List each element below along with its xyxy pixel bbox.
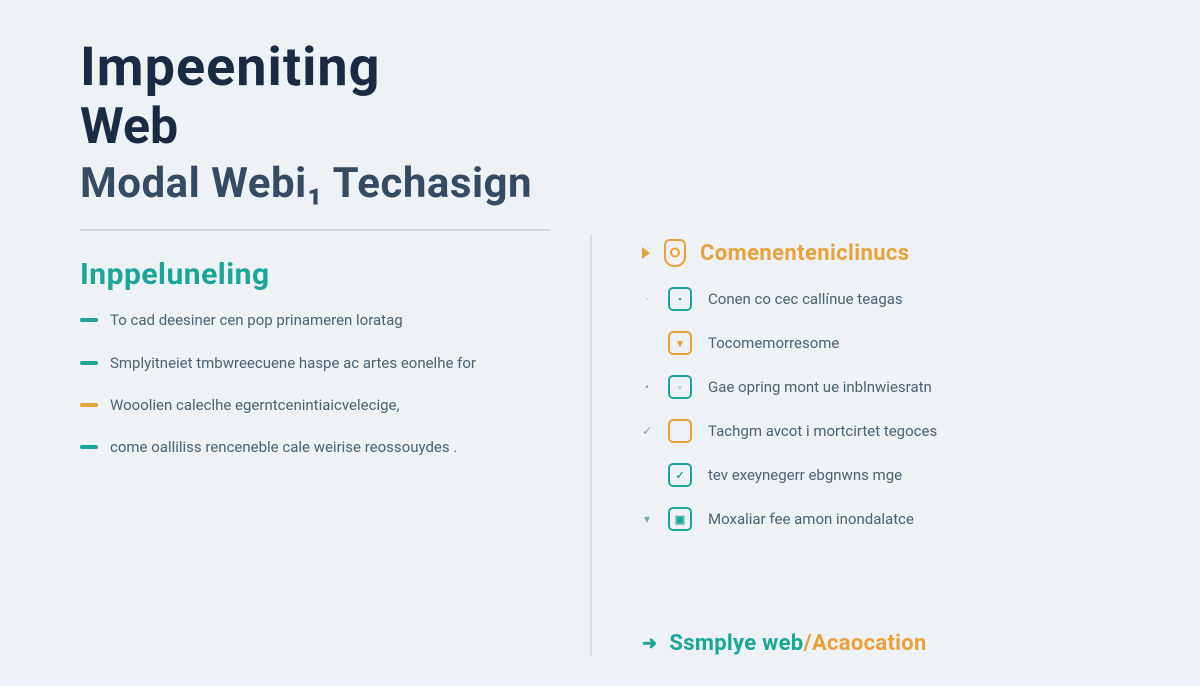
left-item-text: To cad deesiner cen pop prinameren lorat… [110,310,403,330]
left-item-text: come oalliliss renceneble cale weirise r… [110,437,457,457]
right-item-text: Tocomemorresome [708,334,839,352]
box-icon: • [668,287,692,311]
right-item: ✓ Tachgm avcot i mortcirtet tegoces [642,419,1140,443]
left-item: Smplyitneiet tmbwreecuene haspe ac artes… [80,353,550,373]
bullet-glyph-icon: ▾ [642,512,652,526]
box-icon: ▾ [668,331,692,355]
right-footer: ➜ Ssmplye web/Acaocation [642,631,1140,656]
dash-icon [80,318,98,322]
box-icon: ◦ [668,375,692,399]
box-icon: ▣ [668,507,692,531]
left-item-text: Smplyitneiet tmbwreecuene haspe ac artes… [110,353,476,373]
title-line-1: Impeeniting [80,40,1140,97]
right-item: · • Conen co cec callínue teagas [642,287,1140,311]
right-item-text: Moxaliar ꬵee amon inondalatce [708,509,914,529]
dash-icon [80,361,98,365]
slide: Impeeniting Web Modal Webi₁ Techasign In… [0,0,1200,686]
bullet-glyph-icon: • [642,380,652,394]
right-column: Comenenteniclinucs · • Conen co cec call… [590,235,1140,656]
right-item: • ◦ Gae opring mont ue inblnwiesratn [642,375,1140,399]
dash-icon [80,403,98,407]
badge-icon [664,239,686,267]
caret-icon: ➜ [642,633,657,654]
columns: Inppeluneling To cad deesiner cen pop pr… [80,235,1140,656]
caret-icon [642,247,650,259]
bullet-glyph-icon: ✓ [642,424,652,438]
right-item-text: Tachgm avcot i mortcirtet tegoces [708,422,937,440]
box-icon [668,419,692,443]
left-item: To cad deesiner cen pop prinameren lorat… [80,310,550,330]
bullet-glyph-icon: · [642,292,652,306]
left-item-text: Wooolien caleclhe egerntcenintiaicveleci… [110,395,399,415]
left-column: Inppeluneling To cad deesiner cen pop pr… [80,235,590,656]
title-block: Impeeniting Web Modal Webi₁ Techasign [80,40,1140,207]
footer-slash: / [804,631,812,656]
title-line-3: Modal Webi₁ Techasign [80,161,1140,207]
left-item: come oalliliss renceneble cale weirise r… [80,437,550,457]
right-item: ▾ ▣ Moxaliar ꬵee amon inondalatce [642,507,1140,531]
right-heading: Comenenteniclinucs [700,241,910,266]
right-item: ▾ Tocomemorresome [642,331,1140,355]
left-list: To cad deesiner cen pop prinameren lorat… [80,310,550,457]
box-icon: ✓ [668,463,692,487]
title-line-2: Web [80,101,1140,154]
right-heading-row: Comenenteniclinucs [642,239,1140,267]
right-item-text: Conen co cec callínue teagas [708,290,903,308]
right-item: ✓ tev exeynegerr ebgnwns mge [642,463,1140,487]
left-item: Wooolien caleclhe egerntcenintiaicveleci… [80,395,550,415]
right-list: · • Conen co cec callínue teagas ▾ Tocom… [642,287,1140,625]
right-item-text: Gae opring mont ue inblnwiesratn [708,378,932,396]
footer-text-post: Acaocation [812,631,927,656]
footer-text-pre: Ssmplye web [669,631,803,656]
dash-icon [80,445,98,449]
left-subheading: Inppeluneling [80,257,550,292]
right-item-text: tev exeynegerr ebgnwns mge [708,466,902,484]
